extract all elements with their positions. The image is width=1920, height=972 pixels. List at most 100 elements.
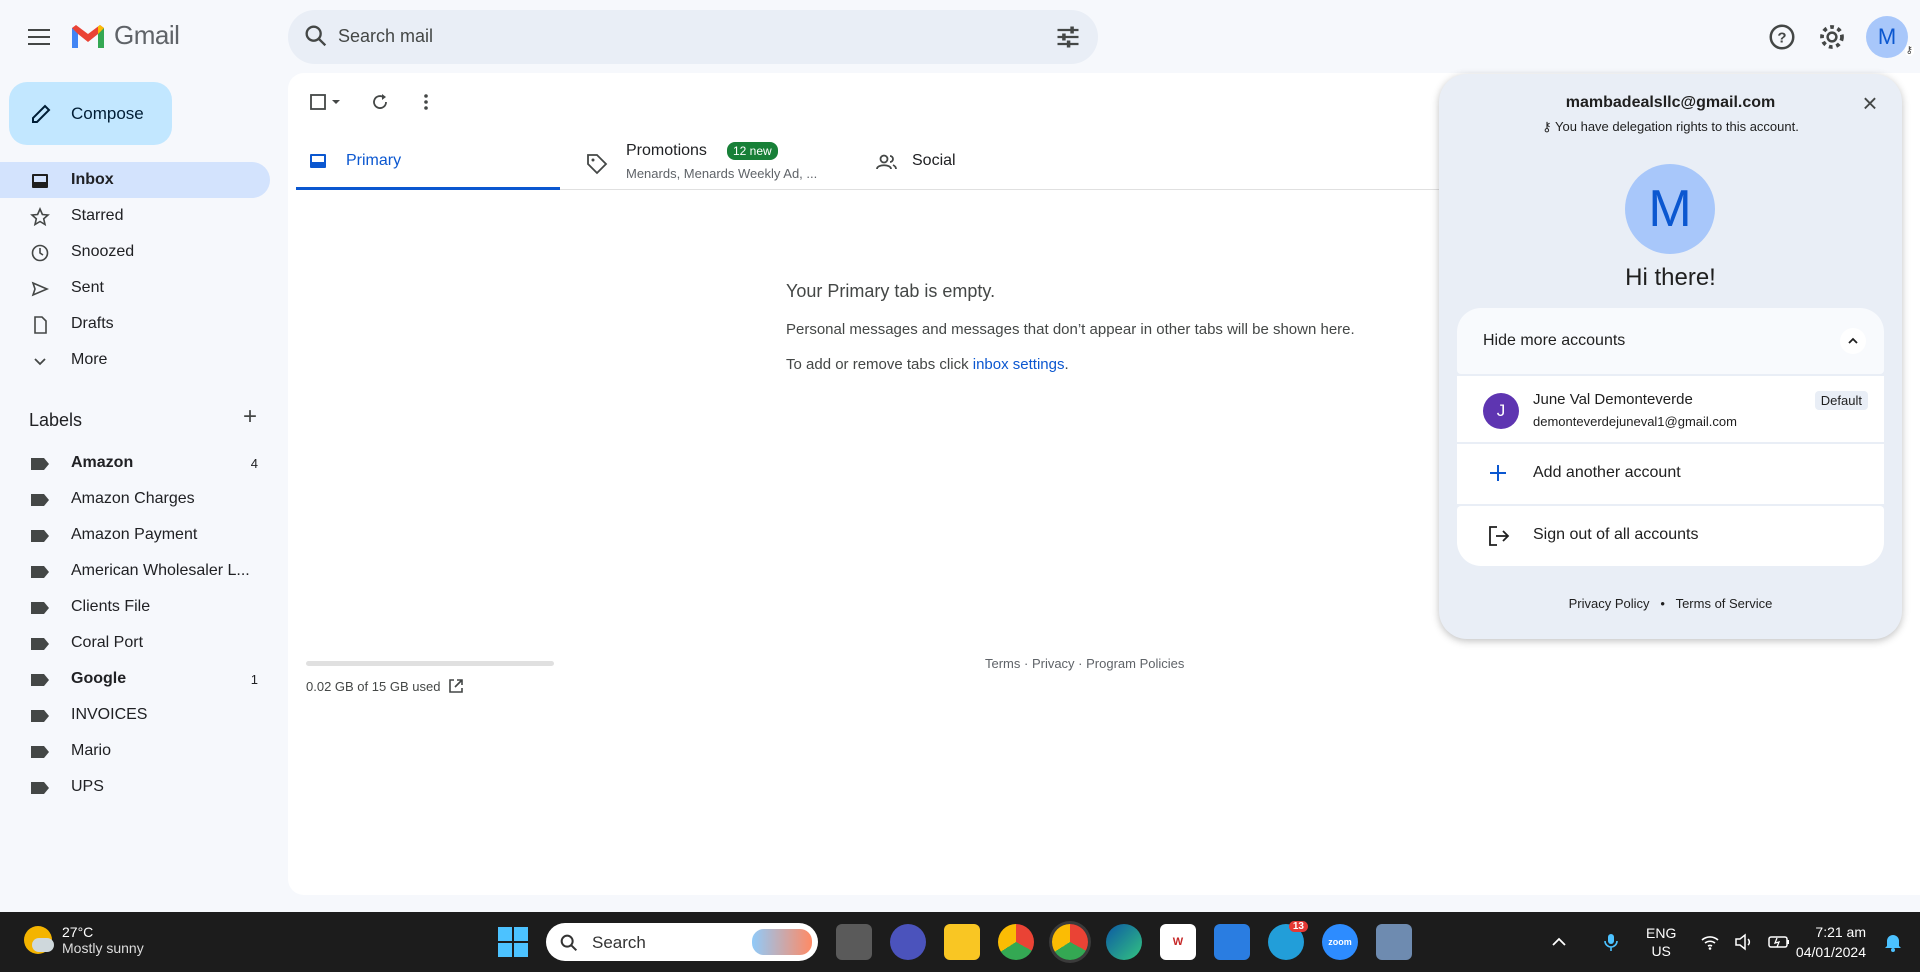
add-account-button[interactable]: Add another account: [1457, 444, 1884, 504]
sign-out-all-button[interactable]: Sign out of all accounts: [1457, 506, 1884, 566]
create-label-plus-icon[interactable]: +: [238, 405, 262, 430]
label-name: Amazon Charges: [71, 490, 195, 507]
label-name: American Wholesaler L...: [71, 562, 250, 579]
send-icon: [31, 281, 50, 297]
battery-icon[interactable]: [1768, 935, 1790, 949]
settings-gear-icon[interactable]: [1817, 22, 1847, 52]
taskbar-clock[interactable]: 7:21 am 04/01/2024: [1796, 922, 1866, 962]
menu-icon-line: [28, 36, 50, 38]
pdf-viewer-icon[interactable]: W: [1160, 924, 1196, 960]
taskbar-search[interactable]: Search: [546, 923, 818, 961]
gmail-logo[interactable]: Gmail: [70, 20, 180, 51]
file-explorer-icon[interactable]: [944, 924, 980, 960]
clock-icon: [31, 244, 49, 262]
search-bar[interactable]: Search mail: [288, 10, 1098, 64]
account-avatar-button[interactable]: M ⚷: [1866, 16, 1914, 58]
weather-temp: 27°C: [62, 924, 94, 940]
search-options-icon[interactable]: [1054, 23, 1082, 51]
notepad-icon[interactable]: [1214, 924, 1250, 960]
edge-icon[interactable]: [1106, 924, 1142, 960]
search-input[interactable]: Search mail: [338, 26, 433, 47]
other-account-name: June Val Demonteverde: [1533, 391, 1693, 408]
empty-state: Your Primary tab is empty. Personal mess…: [786, 281, 1386, 373]
teams-chat-icon[interactable]: [890, 924, 926, 960]
telegram-icon[interactable]: 13: [1268, 921, 1308, 960]
compose-button[interactable]: Compose: [9, 82, 172, 145]
task-view-icon[interactable]: [836, 924, 872, 960]
sidebar-item-label: Starred: [71, 207, 124, 224]
label-item-clients-file[interactable]: Clients File: [0, 590, 270, 626]
label-tag-icon: [31, 566, 49, 578]
open-external-icon[interactable]: [448, 678, 464, 694]
terms-of-service-link[interactable]: Terms of Service: [1676, 596, 1773, 611]
more-options-icon[interactable]: [416, 92, 436, 112]
label-item-amazon[interactable]: Amazon 4: [0, 446, 270, 482]
language-code: ENG: [1646, 925, 1677, 941]
chrome-profile-icon[interactable]: [1052, 924, 1088, 960]
label-name: INVOICES: [71, 706, 148, 723]
label-item-google[interactable]: Google 1: [0, 662, 270, 698]
privacy-policy-link[interactable]: Privacy Policy: [1569, 596, 1650, 611]
label-tag-icon: [31, 638, 49, 650]
weather-widget[interactable]: 27°C Mostly sunny: [24, 924, 144, 956]
account-avatar-letter: M: [1877, 24, 1897, 49]
sidebar-item-snoozed[interactable]: Snoozed: [0, 234, 270, 270]
sidebar-item-starred[interactable]: Starred: [0, 198, 270, 234]
account-avatar-large: M: [1625, 164, 1715, 254]
label-item-amazon-charges[interactable]: Amazon Charges: [0, 482, 270, 518]
plus-icon: [1490, 465, 1506, 481]
windows-start-icon[interactable]: [498, 927, 528, 957]
settings-suffix: .: [1064, 356, 1069, 373]
label-tag-icon: [31, 746, 49, 758]
label-tag-icon: [31, 602, 49, 614]
tab-label: Promotions: [626, 142, 707, 159]
other-account-row[interactable]: J June Val Demonteverde demonteverdejune…: [1457, 376, 1884, 442]
tab-social[interactable]: Social: [868, 133, 1068, 190]
chevron-up-icon[interactable]: [1840, 328, 1866, 354]
select-dropdown-caret-icon[interactable]: [328, 92, 344, 112]
select-all-checkbox-icon[interactable]: [308, 92, 328, 112]
search-icon[interactable]: [302, 22, 330, 50]
policy-links: Privacy Policy • Terms of Service: [1439, 596, 1902, 611]
microphone-icon[interactable]: [1602, 932, 1620, 952]
calculator-icon[interactable]: [1376, 924, 1412, 960]
label-name: Google: [71, 670, 127, 687]
label-item-coral-port[interactable]: Coral Port: [0, 626, 270, 662]
sidebar-item-label: Inbox: [71, 171, 114, 188]
sidebar-item-label: Sent: [71, 279, 104, 296]
label-item-american-wholesaler[interactable]: American Wholesaler L...: [0, 554, 270, 590]
chrome-icon[interactable]: [998, 924, 1034, 960]
volume-icon[interactable]: [1734, 933, 1754, 951]
sidebar-item-inbox[interactable]: Inbox: [0, 162, 270, 198]
label-item-invoices[interactable]: INVOICES: [0, 698, 270, 734]
wifi-icon[interactable]: [1700, 933, 1720, 951]
storage-bar: [306, 661, 554, 666]
close-icon[interactable]: ×: [1858, 90, 1882, 116]
zoom-icon[interactable]: zoom: [1322, 924, 1358, 960]
footer-links[interactable]: Terms · Privacy · Program Policies: [985, 656, 1184, 671]
tab-promotions[interactable]: Promotions 12 new Menards, Menards Weekl…: [572, 133, 832, 190]
gmail-logo-text: Gmail: [114, 20, 180, 50]
label-item-mario[interactable]: Mario: [0, 734, 270, 770]
taskbar-search-label: Search: [592, 933, 646, 952]
main-menu-button[interactable]: [22, 22, 58, 52]
chevron-up-icon[interactable]: [1550, 933, 1568, 951]
label-item-amazon-payment[interactable]: Amazon Payment: [0, 518, 270, 554]
logout-icon: [1489, 526, 1510, 546]
inbox-settings-link[interactable]: inbox settings: [973, 356, 1065, 373]
tab-primary[interactable]: Primary: [296, 133, 560, 190]
label-item-ups[interactable]: UPS: [0, 770, 270, 806]
weather-sun-cloud-icon: [24, 926, 54, 954]
notification-bell-icon[interactable]: [1884, 932, 1902, 952]
hide-more-accounts-toggle[interactable]: Hide more accounts: [1457, 308, 1884, 374]
sidebar-item-more[interactable]: More: [0, 342, 270, 378]
empty-title: Your Primary tab is empty.: [786, 281, 996, 301]
help-icon[interactable]: ?: [1767, 22, 1797, 52]
label-name: Clients File: [71, 598, 151, 615]
gmail-m-icon: [72, 24, 104, 48]
label-tag-icon: [31, 494, 49, 506]
language-indicator[interactable]: ENG US: [1646, 924, 1676, 960]
refresh-icon[interactable]: [370, 92, 390, 112]
sidebar-item-drafts[interactable]: Drafts: [0, 306, 270, 342]
sidebar-item-sent[interactable]: Sent: [0, 270, 270, 306]
